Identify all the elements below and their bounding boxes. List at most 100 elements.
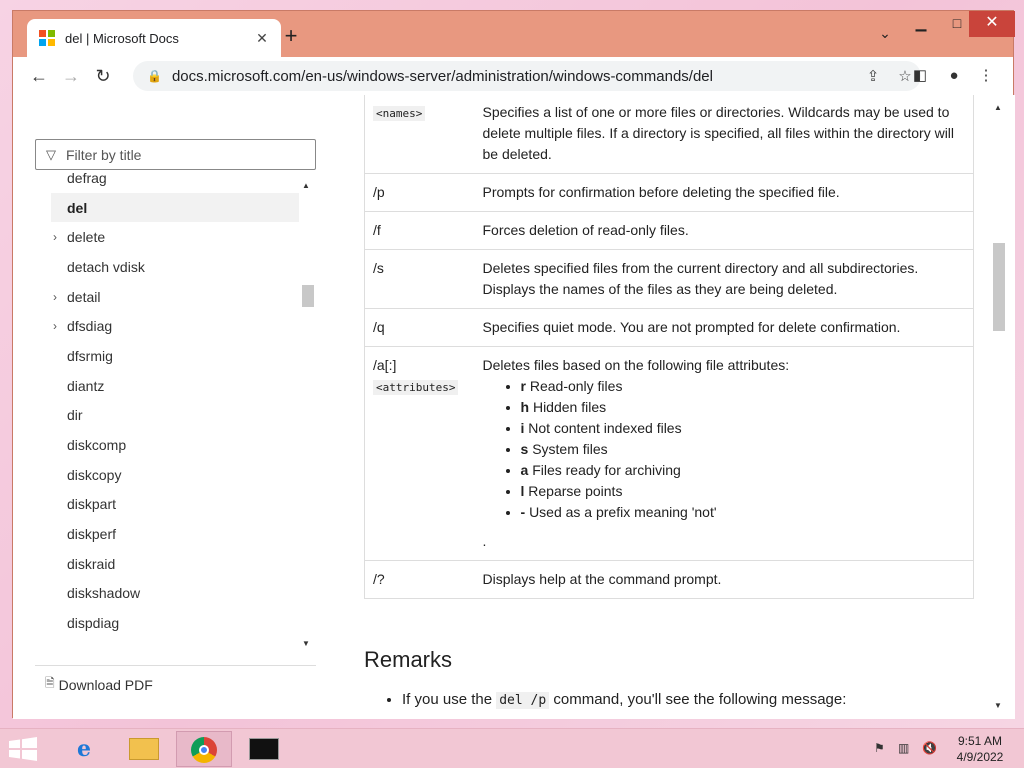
remarks-heading: Remarks xyxy=(364,647,453,672)
sidebar-item-label: diskshadow xyxy=(67,585,141,602)
table-row: /f Forces deletion of read-only files. xyxy=(364,211,974,250)
sidebar-item[interactable]: defrag xyxy=(51,163,299,193)
side-panel-icon[interactable]: ◧ xyxy=(905,61,935,91)
sidebar-item-label: diskcomp xyxy=(67,437,127,454)
param-name-cell: /p xyxy=(364,173,475,212)
param-desc: Deletes files based on the following fil… xyxy=(482,357,790,373)
microsoft-logo-icon xyxy=(39,30,55,46)
page-scrollbar[interactable]: ▲ ▼ xyxy=(991,103,1005,711)
remarks-list: If you use the del /p command, you'll se… xyxy=(402,691,846,709)
attribute-key: l xyxy=(520,483,525,499)
table-row: <names> Specifies a list of one or more f… xyxy=(364,95,974,174)
parameters-table: <names> Specifies a list of one or more f… xyxy=(364,95,974,599)
sidebar-item[interactable]: diskpart xyxy=(51,490,299,520)
attribute-key: r xyxy=(520,378,526,394)
param-desc: Specifies quiet mode. You are not prompt… xyxy=(474,308,974,347)
param-name-cell: /q xyxy=(364,308,475,347)
url-text[interactable]: docs.microsoft.com/en-us/windows-server/… xyxy=(172,68,857,85)
close-tab-icon[interactable]: ✕ xyxy=(253,30,271,47)
windows-start-icon[interactable] xyxy=(8,737,38,761)
sidebar-item[interactable]: detach vdisk xyxy=(51,252,299,282)
sidebar-item[interactable]: diskshadow xyxy=(51,579,299,609)
document-icon: 🗎 xyxy=(45,676,55,690)
tab-search-icon[interactable]: ⌄ xyxy=(873,25,897,49)
forward-icon[interactable]: → xyxy=(55,61,87,91)
attribute-text: Used as a prefix meaning 'not' xyxy=(529,504,717,520)
sidebar-item[interactable]: del xyxy=(51,192,299,223)
list-item: - Used as a prefix meaning 'not' xyxy=(521,502,966,523)
minimize-button[interactable]: ▁ xyxy=(903,11,939,37)
sidebar-item[interactable]: dispdiag xyxy=(51,608,299,638)
sidebar-item[interactable]: dfsrmig xyxy=(51,341,299,371)
sidebar-item[interactable]: diskperf xyxy=(51,519,299,549)
lock-icon[interactable]: 🔒 xyxy=(147,69,162,83)
param-desc: Deletes specified files from the current… xyxy=(474,249,974,309)
sidebar-item[interactable]: dnscmd xyxy=(51,638,299,643)
menu-kebab-icon[interactable]: ⋮ xyxy=(971,61,1001,91)
sidebar-item-label: diskperf xyxy=(67,526,117,543)
scroll-up-arrow-icon[interactable]: ▲ xyxy=(994,103,1002,112)
filter-input[interactable] xyxy=(66,146,286,163)
toc-scroll-thumb[interactable] xyxy=(302,285,314,307)
sidebar-item[interactable]: dir xyxy=(51,401,299,431)
sidebar-item[interactable]: › detail xyxy=(51,282,299,312)
attribute-text: System files xyxy=(532,441,608,457)
attribute-text: Files ready for archiving xyxy=(532,462,681,478)
reload-icon[interactable]: ↻ xyxy=(87,61,119,91)
sidebar-item[interactable]: diskraid xyxy=(51,549,299,579)
system-clock[interactable]: 9:51 AM 4/9/2022 xyxy=(944,733,1016,765)
sidebar-item-label: del xyxy=(67,199,88,216)
new-tab-button[interactable]: + xyxy=(277,23,305,51)
close-window-button[interactable]: ✕ xyxy=(969,11,1015,37)
chevron-right-icon[interactable]: › xyxy=(53,290,57,304)
attribute-text: Not content indexed files xyxy=(528,420,682,436)
action-center-flag-icon[interactable]: ⚑ xyxy=(874,741,885,755)
list-item: i Not content indexed files xyxy=(521,418,966,439)
table-row: /s Deletes specified files from the curre… xyxy=(364,249,974,309)
param-name: /p xyxy=(373,184,385,200)
network-icon[interactable]: ▥ xyxy=(898,741,909,755)
attribute-text: Read-only files xyxy=(529,378,623,394)
filter-icon: ▽ xyxy=(46,146,56,162)
clock-time: 9:51 AM xyxy=(957,734,1003,748)
param-name: /? xyxy=(364,560,475,599)
scroll-up-arrow-icon[interactable]: ▲ xyxy=(302,181,310,190)
toc-scrollbar[interactable]: ▲ ▼ xyxy=(300,181,315,649)
sidebar-item-label: dfsrmig xyxy=(67,347,113,364)
param-name-cell: /a[:] <attributes> xyxy=(364,346,475,561)
sidebar-item[interactable]: diskcopy xyxy=(51,460,299,490)
sidebar-item-label: detach vdisk xyxy=(67,258,145,275)
param-name: /q xyxy=(373,319,385,335)
chevron-right-icon[interactable]: › xyxy=(53,319,57,333)
page-scroll-thumb[interactable] xyxy=(993,243,1005,331)
command-prompt-icon[interactable] xyxy=(236,731,292,767)
profile-avatar-icon[interactable]: ● xyxy=(939,61,969,91)
attribute-key: a xyxy=(520,462,529,478)
scroll-down-arrow-icon[interactable]: ▼ xyxy=(994,701,1002,710)
sidebar-item[interactable]: diantz xyxy=(51,371,299,401)
share-icon[interactable]: ⇪ xyxy=(857,67,889,85)
back-icon[interactable]: ← xyxy=(23,61,55,91)
sidebar-item[interactable]: › delete xyxy=(51,222,299,252)
tab-del[interactable]: del | Microsoft Docs ✕ xyxy=(27,19,281,57)
chrome-icon[interactable] xyxy=(176,731,232,767)
download-pdf-link[interactable]: 🗎 Download PDF xyxy=(35,665,316,695)
param-desc: Displays help at the command prompt. xyxy=(474,560,974,599)
sidebar-item[interactable]: diskcomp xyxy=(51,430,299,460)
volume-muted-icon[interactable]: 🔇 xyxy=(922,741,937,755)
address-bar[interactable]: 🔒 docs.microsoft.com/en-us/windows-serve… xyxy=(133,61,921,91)
scroll-down-arrow-icon[interactable]: ▼ xyxy=(302,639,310,648)
sidebar-item-label: delete xyxy=(67,229,106,246)
attribute-key: - xyxy=(520,504,526,520)
file-explorer-icon[interactable] xyxy=(116,731,172,767)
internet-explorer-icon[interactable]: e xyxy=(56,731,112,767)
param-name: /s xyxy=(373,260,384,276)
sidebar-item-label: diskraid xyxy=(67,555,116,572)
toc-list: defrag del › delete detach vdisk › detail › dfsd… xyxy=(51,163,299,643)
attribute-key: s xyxy=(520,441,529,457)
table-row: /q Specifies quiet mode. You are not prom… xyxy=(364,308,974,347)
list-item: r Read-only files xyxy=(521,376,966,397)
sidebar-item[interactable]: › dfsdiag xyxy=(51,311,299,341)
chevron-right-icon[interactable]: › xyxy=(53,230,57,244)
page-content: ▽ defrag del › delete detach vdisk › detail › df… xyxy=(13,95,1015,719)
